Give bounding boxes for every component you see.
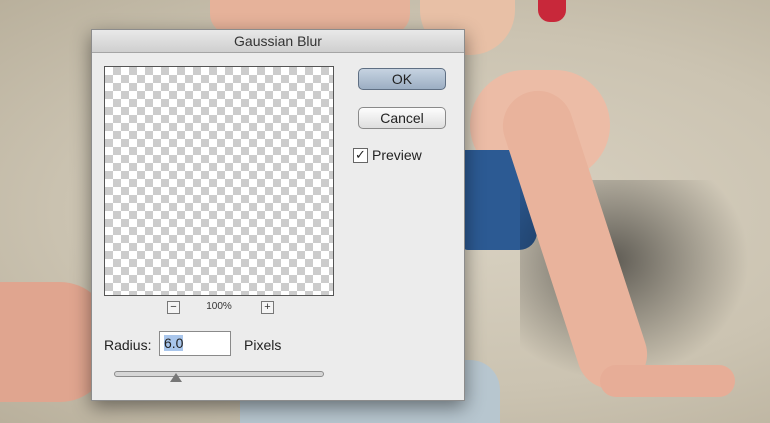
radius-input[interactable]: 6.0 <box>159 331 231 356</box>
cancel-button[interactable]: Cancel <box>358 107 446 129</box>
zoom-level: 100% <box>206 301 232 312</box>
dialog-title[interactable]: Gaussian Blur <box>92 30 464 53</box>
plus-icon[interactable]: + <box>261 301 274 314</box>
preview-checkbox[interactable]: ✓ <box>353 148 368 163</box>
preview-label[interactable]: Preview <box>372 147 422 163</box>
radius-slider-track[interactable] <box>114 371 324 377</box>
preview-area[interactable] <box>104 66 334 296</box>
gaussian-blur-dialog: Gaussian Blur − 100% + OK Cancel ✓ Previ… <box>91 29 465 401</box>
radius-label: Radius: <box>104 337 152 353</box>
minus-icon[interactable]: − <box>167 301 180 314</box>
radius-slider-thumb[interactable] <box>170 373 182 382</box>
photo-hair-bow <box>538 0 566 22</box>
photo-hand-right <box>600 365 735 397</box>
units-label: Pixels <box>244 337 282 353</box>
radius-value: 6.0 <box>164 335 184 351</box>
ok-button[interactable]: OK <box>358 68 446 90</box>
